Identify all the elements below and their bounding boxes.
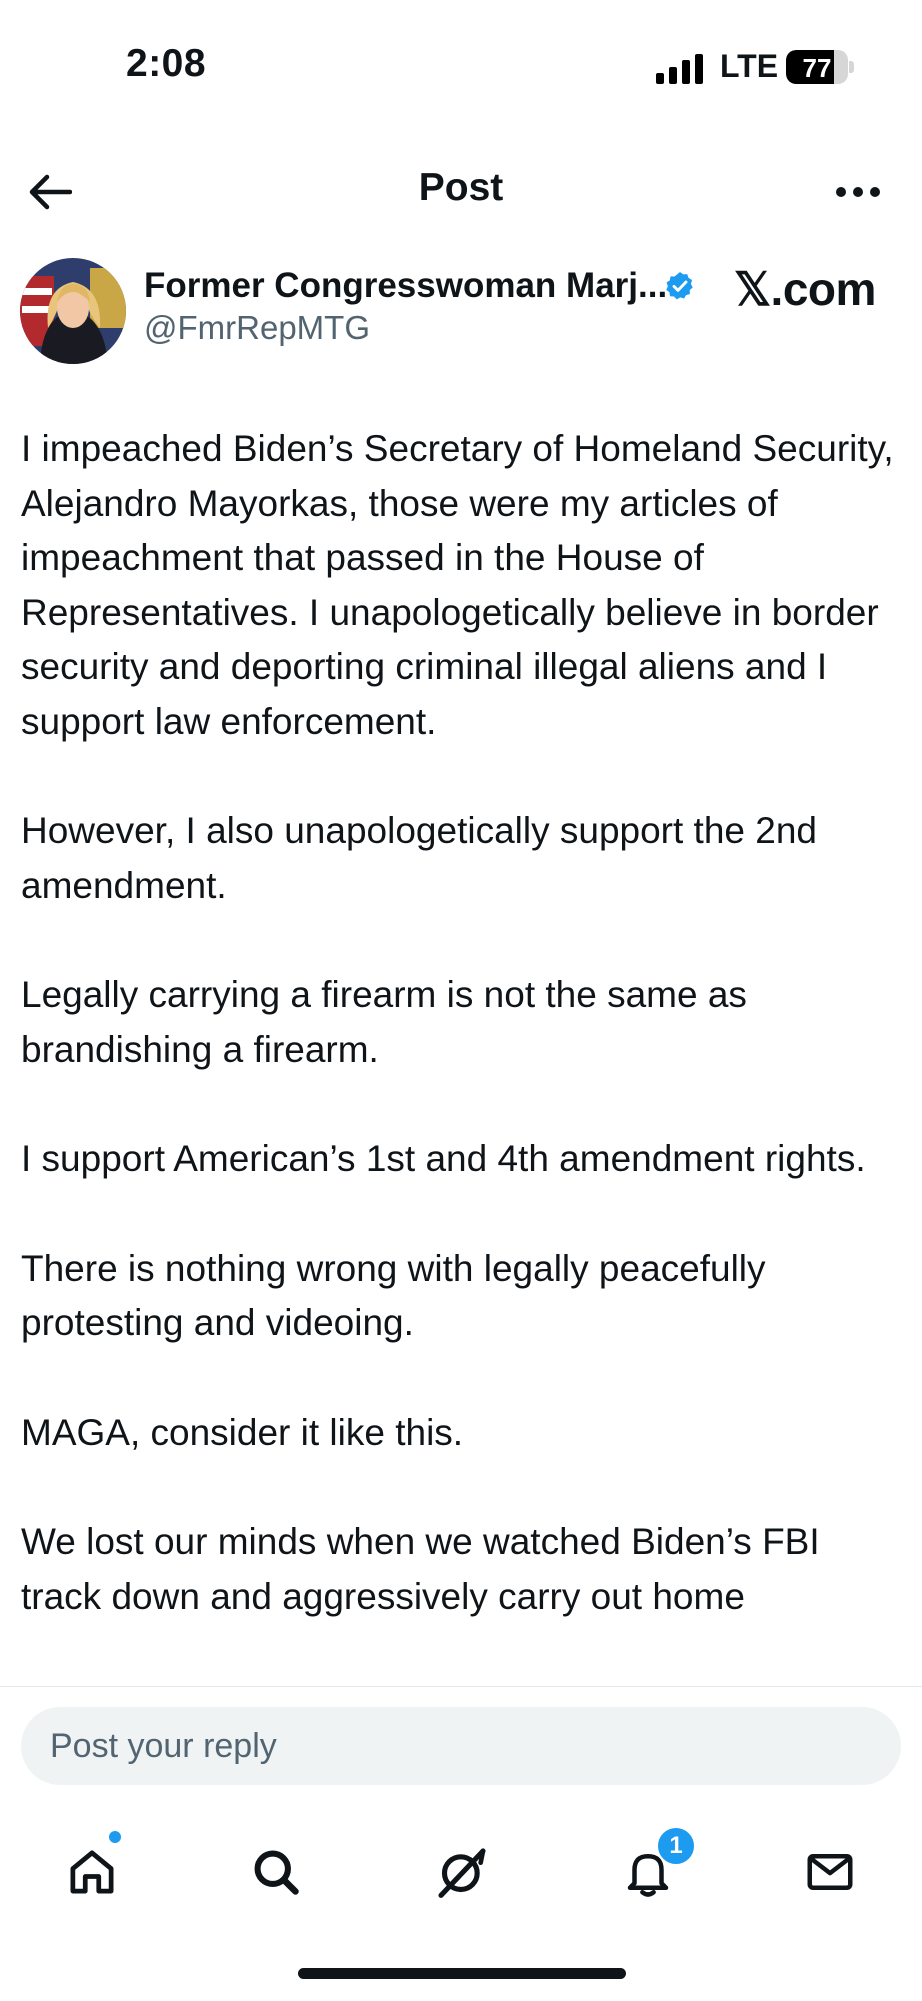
post-paragraph: I support American’s 1st and 4th amendme… [21,1138,866,1179]
post-paragraph: Legally carrying a firearm is not the sa… [21,974,747,1070]
home-icon [70,1850,114,1894]
tab-home[interactable] [52,1832,132,1912]
back-button[interactable] [18,160,82,224]
page-title: Post [418,166,504,209]
battery-icon: 77 [786,50,848,84]
avatar[interactable] [20,258,126,364]
post-paragraph: MAGA, consider it like this. [21,1411,464,1453]
post-paragraph: There is nothing wrong with legally peac… [21,1247,766,1344]
grok-icon [438,1848,486,1898]
tab-messages[interactable] [790,1832,870,1912]
author-handle[interactable]: @FmrRepMTG [144,309,370,347]
verified-badge-icon [666,272,693,300]
battery-level: 77 [802,53,832,83]
author-name[interactable]: Former Congresswoman Marj... [144,266,667,306]
post-body: I impeached Biden’s Secretary of Homelan… [21,422,901,1679]
signal-icon [656,54,703,84]
post-paragraph: I impeached Biden’s Secretary of Homelan… [21,428,894,742]
search-icon [254,1850,299,1895]
profile-photo [20,258,126,364]
more-icon [836,187,880,197]
network-label: LTE [720,48,779,84]
reply-input[interactable] [21,1707,901,1785]
status-time: 2:08 [126,42,207,85]
tab-grok[interactable] [422,1832,502,1912]
post-paragraph: We lost our minds when we watched Biden’… [21,1521,820,1617]
battery-tip [849,61,854,73]
more-options-button[interactable] [826,160,890,224]
arrow-left-icon [29,174,72,210]
post-paragraph: However, I also unapologetically support… [21,810,818,906]
home-unread-dot [107,1829,123,1845]
mail-icon [807,1854,853,1890]
home-indicator [298,1968,626,1979]
source-watermark: 𝕏.com [734,263,876,315]
notifications-badge: 1 [656,1826,696,1866]
tab-search[interactable] [236,1832,316,1912]
